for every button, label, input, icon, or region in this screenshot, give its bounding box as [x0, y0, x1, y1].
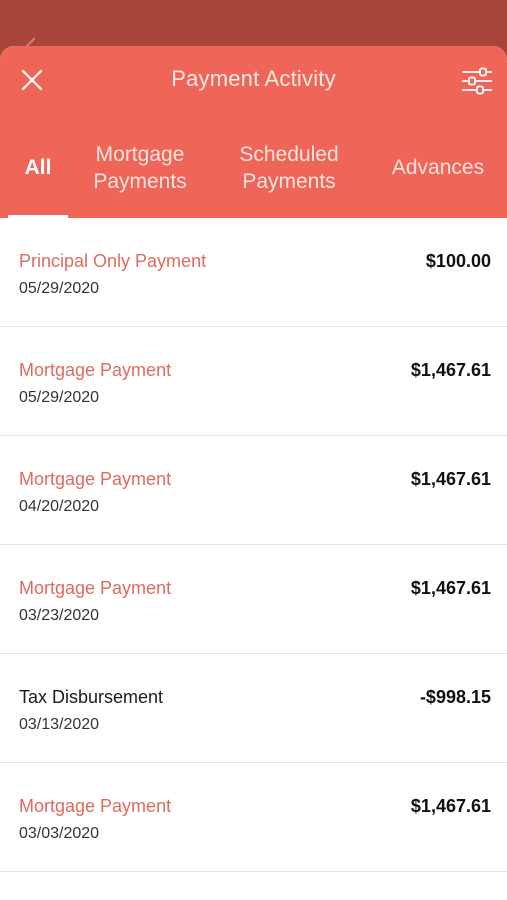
- tab-label-line2: Payments: [93, 170, 187, 193]
- transaction-amount: -$998.15: [419, 687, 491, 707]
- payment-activity-screen: Payment Activity All Mortgage Payments S…: [0, 0, 507, 900]
- transaction-row[interactable]: Mortgage Payment 04/20/2020 $1,467.61: [0, 436, 507, 545]
- tab-label-line2: Payments: [242, 170, 336, 193]
- filter-button[interactable]: [461, 66, 493, 96]
- page-title: Payment Activity: [171, 66, 336, 91]
- transaction-date: 03/13/2020: [19, 716, 100, 733]
- transaction-description: Principal Only Payment: [19, 251, 207, 271]
- tab-label: Scheduled: [239, 143, 339, 166]
- tab-label: Mortgage: [95, 143, 185, 166]
- transaction-description: Mortgage Payment: [19, 469, 172, 489]
- tab-label: Advances: [391, 156, 485, 179]
- transaction-description: Mortgage Payment: [19, 796, 172, 816]
- transaction-description: Mortgage Payment: [19, 360, 172, 380]
- transaction-amount: $1,467.61: [410, 360, 491, 380]
- transaction-date: 05/29/2020: [19, 389, 100, 406]
- transaction-list: Principal Only Payment 05/29/2020 $100.0…: [0, 218, 507, 872]
- transaction-row[interactable]: Mortgage Payment 03/23/2020 $1,467.61: [0, 545, 507, 654]
- transaction-amount: $100.00: [425, 251, 491, 271]
- transaction-date: 05/29/2020: [19, 280, 100, 297]
- transaction-amount: $1,467.61: [410, 796, 491, 816]
- transaction-row[interactable]: Principal Only Payment 05/29/2020 $100.0…: [0, 218, 507, 327]
- transaction-date: 03/03/2020: [19, 825, 100, 842]
- sheet-header: Payment Activity All Mortgage Payments S…: [0, 46, 507, 218]
- sliders-icon: [462, 67, 492, 95]
- transaction-row[interactable]: Mortgage Payment 03/03/2020 $1,467.61: [0, 763, 507, 872]
- payment-activity-sheet: Payment Activity All Mortgage Payments S…: [0, 46, 507, 900]
- transaction-date: 04/20/2020: [19, 498, 100, 515]
- transaction-row[interactable]: Mortgage Payment 05/29/2020 $1,467.61: [0, 327, 507, 436]
- transaction-row[interactable]: Tax Disbursement 03/13/2020 -$998.15: [0, 654, 507, 763]
- tab-label: All: [24, 156, 52, 179]
- tab-bar: All Mortgage Payments Scheduled Payments…: [0, 138, 507, 218]
- transaction-amount: $1,467.61: [410, 578, 491, 598]
- tab-scheduled-payments[interactable]: Scheduled Payments: [222, 141, 356, 221]
- transaction-description: Tax Disbursement: [19, 687, 164, 707]
- tab-mortgage-payments[interactable]: Mortgage Payments: [78, 141, 202, 221]
- transaction-description: Mortgage Payment: [19, 578, 172, 598]
- transaction-date: 03/23/2020: [19, 607, 100, 624]
- transaction-amount: $1,467.61: [410, 469, 491, 489]
